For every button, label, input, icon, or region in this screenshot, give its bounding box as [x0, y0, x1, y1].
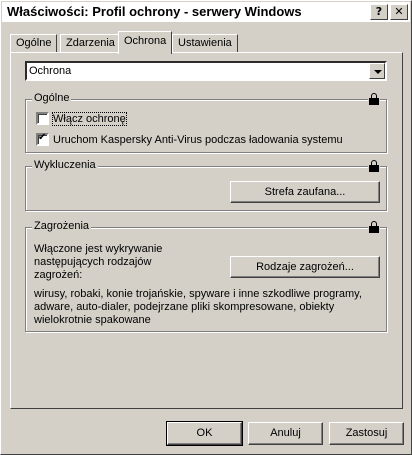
general-group-legend: Ogólne	[32, 92, 72, 104]
enable-protection-checkbox[interactable]	[36, 112, 49, 125]
ok-button[interactable]: OK	[166, 421, 243, 446]
title-bar: Właściwości: Profil ochrony - serwery Wi…	[2, 2, 410, 22]
apply-button[interactable]: Zastosuj	[329, 422, 404, 445]
tab-ustawienia[interactable]: Ustawienia	[172, 34, 238, 52]
close-button[interactable]: ✕	[390, 4, 408, 20]
threats-group: Zagrożenia Włączone jest wykrywanie nast…	[25, 220, 387, 332]
cancel-button[interactable]: Anuluj	[248, 422, 323, 445]
threat-types-button[interactable]: Rodzaje zagrożeń...	[230, 256, 380, 278]
start-on-boot-label[interactable]: Uruchom Kaspersky Anti-Virus podczas ład…	[53, 134, 343, 146]
trusted-zone-button[interactable]: Strefa zaufana...	[230, 181, 380, 203]
enable-protection-row[interactable]: Włącz ochronę	[36, 111, 127, 126]
exclusions-group: Wykluczenia Strefa zaufana...	[25, 159, 387, 211]
enable-protection-label[interactable]: Włącz ochronę	[52, 111, 127, 126]
threats-group-legend: Zagrożenia	[32, 220, 92, 232]
lock-icon[interactable]	[368, 93, 380, 105]
lock-icon[interactable]	[368, 221, 380, 233]
tab-strip: Ogólne Zdarzenia Ochrona Ustawienia	[10, 31, 390, 54]
threats-list: wirusy, robaki, konie trojańskie, spywar…	[34, 288, 362, 326]
window-title: Właściwości: Profil ochrony - serwery Wi…	[7, 4, 302, 19]
chevron-down-icon[interactable]	[369, 63, 385, 79]
tab-zdarzenia[interactable]: Zdarzenia	[60, 34, 121, 52]
help-button[interactable]: ?	[370, 4, 388, 20]
section-select-value: Ochrona	[29, 65, 72, 77]
general-group: Ogólne Włącz ochronę Uruchom Kaspersky A…	[25, 92, 387, 153]
properties-dialog: Właściwości: Profil ochrony - serwery Wi…	[0, 0, 412, 455]
tab-ochrona[interactable]: Ochrona	[118, 31, 173, 54]
start-on-boot-row[interactable]: Uruchom Kaspersky Anti-Virus podczas ład…	[36, 132, 343, 146]
lock-icon[interactable]	[368, 160, 380, 172]
threats-description: Włączone jest wykrywanie następujących r…	[34, 243, 163, 281]
tab-ogolne[interactable]: Ogólne	[10, 34, 58, 52]
tab-panel-ochrona: Ochrona Ogólne Włącz ochronę Uruchom Kas…	[10, 52, 403, 409]
start-on-boot-checkbox[interactable]	[36, 132, 49, 146]
exclusions-group-legend: Wykluczenia	[32, 159, 98, 171]
section-select[interactable]: Ochrona	[25, 61, 387, 81]
